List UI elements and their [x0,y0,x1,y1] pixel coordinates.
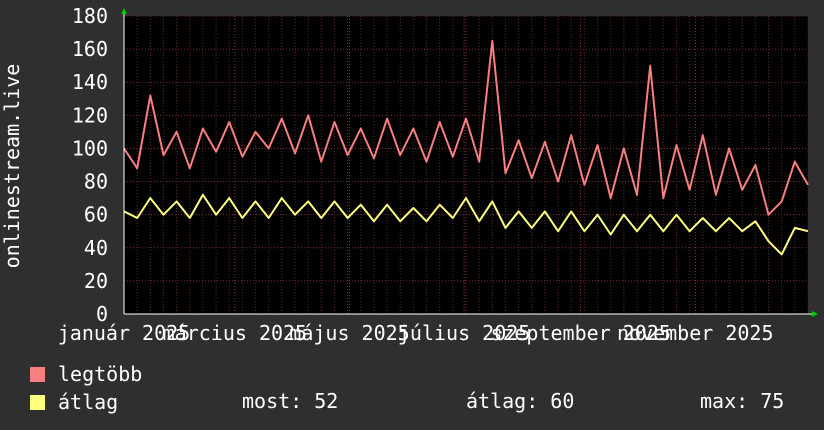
legend-item-max: legtöbb [30,362,142,386]
x-tick-label: március 2025 [163,321,308,345]
plot-background [124,16,808,314]
y-tick-label: 160 [72,37,108,61]
x-axis-arrow [812,311,818,317]
y-tick-label: 20 [84,269,108,293]
stat-avg: átlag: 60 [466,389,575,413]
y-tick-label: 140 [72,70,108,94]
y-tick-label: 40 [84,236,108,260]
y-tick-label: 60 [84,203,108,227]
chart: 0 20 40 60 80 100 120 140 160 180 január 2025 márci… [0,0,824,430]
legend-label-avg: átlag [58,390,119,414]
y-tick-label: 120 [72,103,108,127]
y-tick-label: 100 [72,136,108,160]
stat-now: most: 52 [242,389,339,413]
y-tick-label: 180 [72,4,108,28]
legend-label-max: legtöbb [58,362,143,386]
y-axis-arrow [121,8,127,14]
y-axis-title: onlinestream.live [0,63,24,269]
legend-swatch-avg [30,394,45,410]
x-tick-label: május 2025 [289,321,409,345]
legend-swatch-max [30,366,45,382]
y-tick-label: 80 [84,170,108,194]
legend-item-avg: átlag [30,390,118,414]
stat-max: max: 75 [700,389,785,413]
x-tick-label: november 2025 [617,321,774,345]
